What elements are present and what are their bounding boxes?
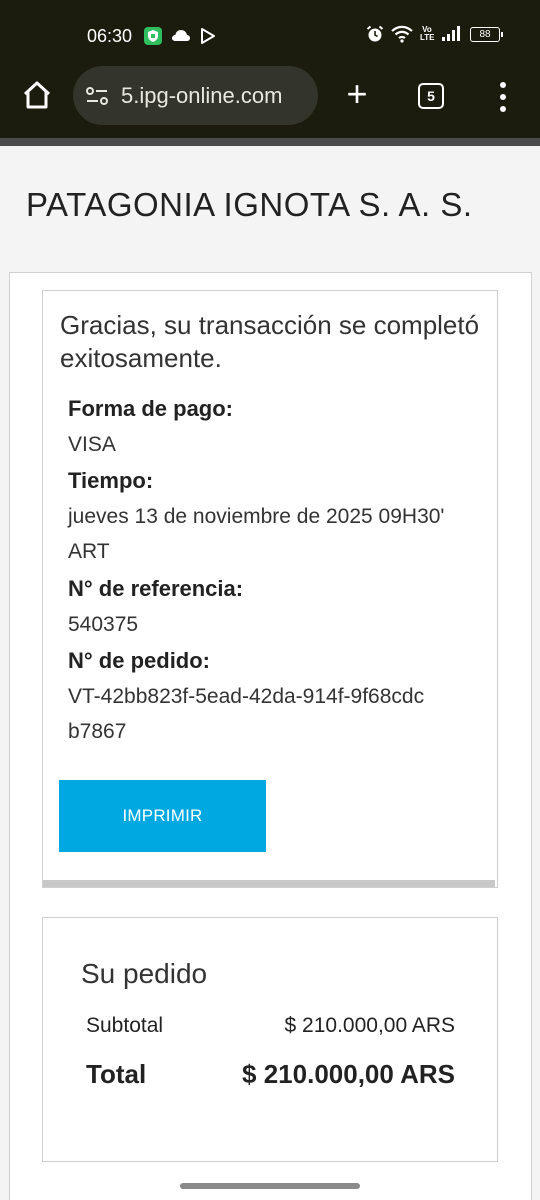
navigation-gesture-bar[interactable]	[180, 1183, 360, 1189]
alarm-icon	[366, 25, 384, 42]
status-right-icons: Vo LTE 88	[366, 25, 503, 43]
time-value: jueves 13 de noviembre de 2025 09H30' AR…	[68, 505, 445, 563]
payment-method-value: VISA	[68, 433, 116, 456]
status-bar: 06:30 Vo LTE 88	[0, 0, 540, 70]
play-store-icon	[201, 28, 215, 44]
success-message: Gracias, su transacción se completó exit…	[60, 310, 480, 373]
order-number-value: VT-42bb823f-5ead-42da-914f-9f68cdcb7867	[68, 685, 425, 743]
shield-app-icon	[144, 27, 162, 45]
url-text[interactable]: 5.ipg-online.com	[121, 83, 282, 109]
tab-switcher-button[interactable]: 5	[418, 83, 444, 109]
browser-toolbar: 5.ipg-online.com + 5	[0, 66, 540, 126]
status-left-icons	[143, 26, 217, 46]
chrome-divider	[0, 138, 540, 146]
battery-icon: 88	[470, 26, 503, 42]
home-icon	[23, 81, 51, 109]
volte-icon: Vo LTE	[420, 25, 435, 42]
subtotal-label: Subtotal	[86, 1014, 164, 1037]
time-label: Tiempo:	[68, 468, 154, 493]
new-tab-button[interactable]: +	[341, 76, 373, 112]
signal-icon	[442, 26, 460, 41]
site-settings-icon[interactable]	[85, 85, 109, 107]
cloud-icon	[172, 30, 190, 41]
reference-label: N° de referencia:	[68, 576, 244, 601]
print-button[interactable]: IMPRIMIR	[59, 780, 266, 852]
payment-method-label: Forma de pago:	[68, 396, 234, 421]
battery-level: 88	[479, 28, 491, 40]
order-summary-title: Su pedido	[81, 958, 208, 989]
total-label: Total	[86, 1059, 147, 1089]
subtotal-value: $ 210.000,00 ARS	[284, 1014, 455, 1037]
status-time: 06:30	[87, 26, 133, 46]
browser-menu-button[interactable]	[493, 80, 513, 114]
total-value: $ 210.000,00 ARS	[242, 1059, 455, 1089]
wifi-icon	[391, 25, 413, 43]
menu-dot	[500, 94, 506, 100]
order-number-label: N° de pedido:	[68, 648, 211, 673]
page-title: PATAGONIA IGNOTA S. A. S.	[26, 186, 473, 223]
browser-chrome: 06:30 Vo LTE 88 5.ipg-online.com + 5	[0, 0, 540, 138]
order-summary-card: Su pedido Subtotal $ 210.000,00 ARS Tota…	[42, 917, 498, 1162]
card-bottom-bar	[43, 880, 495, 887]
url-bar[interactable]: 5.ipg-online.com	[73, 66, 318, 125]
home-button[interactable]	[20, 78, 54, 112]
menu-dot	[500, 106, 506, 112]
reference-value: 540375	[68, 613, 139, 636]
menu-dot	[500, 82, 506, 88]
transaction-result-card: Gracias, su transacción se completó exit…	[42, 290, 498, 888]
